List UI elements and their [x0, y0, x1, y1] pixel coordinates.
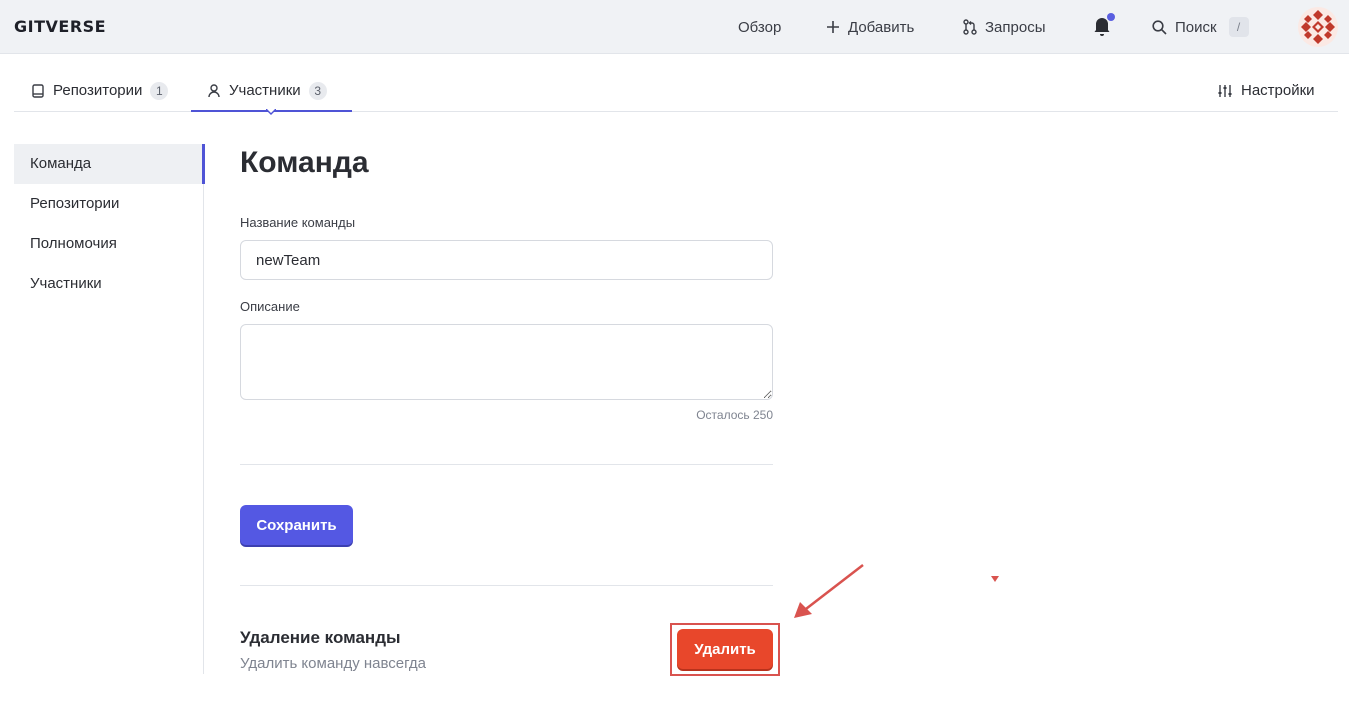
team-settings-sidebar: Команда Репозитории Полномочия Участники — [14, 144, 205, 674]
delete-team-button[interactable]: Удалить — [677, 629, 773, 669]
nav-requests-label: Запросы — [985, 18, 1046, 36]
tab-settings-label: Настройки — [1241, 82, 1315, 99]
sidebar-active-marker — [202, 144, 205, 184]
tab-repositories-label: Репозитории — [53, 82, 143, 99]
tab-settings[interactable]: Настройки — [1218, 70, 1315, 111]
nav-search[interactable]: Поиск / — [1152, 0, 1249, 54]
nav-overview[interactable]: Обзор — [738, 0, 781, 54]
tab-members-label: Участники — [229, 82, 301, 99]
repository-icon — [32, 83, 44, 98]
sidebar-item-label: Команда — [30, 155, 92, 172]
tab-repositories-count: 1 — [150, 81, 169, 100]
org-tabs: Репозитории 1 Участники 3 Настройки — [14, 70, 1338, 115]
section-divider — [240, 464, 773, 465]
page-title: Команда — [240, 146, 369, 179]
sidebar-item-repositories[interactable]: Репозитории — [14, 184, 203, 224]
sidebar-item-label: Полномочия — [30, 235, 117, 252]
tab-members[interactable]: Участники 3 — [208, 70, 327, 111]
tab-repositories[interactable]: Репозитории 1 — [32, 70, 169, 111]
delete-section-description: Удалить команду навсегда — [240, 655, 427, 672]
sidebar-item-label: Участники — [30, 275, 102, 292]
annotation-arrow-icon — [794, 564, 864, 618]
nav-requests[interactable]: Запросы — [963, 0, 1046, 54]
plus-icon — [826, 20, 840, 34]
delete-section-title: Удаление команды — [240, 628, 401, 647]
sidebar-item-team[interactable]: Команда — [14, 144, 205, 184]
sliders-icon — [1218, 84, 1232, 98]
annotation-triangle-icon — [991, 576, 999, 582]
tab-members-count: 3 — [308, 81, 327, 100]
nav-add-label: Добавить — [848, 18, 915, 36]
search-icon — [1152, 19, 1167, 35]
user-icon — [208, 83, 220, 98]
notification-dot — [1107, 13, 1115, 21]
user-avatar[interactable] — [1298, 7, 1338, 47]
pull-request-icon — [963, 19, 977, 35]
section-divider — [240, 585, 773, 586]
sidebar-item-label: Репозитории — [30, 195, 120, 212]
description-textarea[interactable] — [240, 324, 773, 400]
description-remaining-counter: Осталось 250 — [696, 408, 773, 422]
active-tab-caret-icon — [266, 109, 276, 115]
team-name-input[interactable] — [240, 240, 773, 280]
description-label: Описание — [240, 299, 300, 314]
save-button[interactable]: Сохранить — [240, 505, 353, 545]
top-navigation-bar: GITVERSE Обзор Добавить Запросы Поиск / — [0, 0, 1349, 54]
sidebar-item-members[interactable]: Участники — [14, 264, 203, 304]
sidebar-item-permissions[interactable]: Полномочия — [14, 224, 203, 264]
search-shortcut-key: / — [1228, 17, 1249, 37]
nav-add[interactable]: Добавить — [826, 0, 914, 54]
team-name-label: Название команды — [240, 215, 356, 230]
gitverse-logo[interactable]: GITVERSE — [14, 17, 106, 36]
nav-overview-label: Обзор — [738, 18, 782, 36]
nav-search-label: Поиск — [1175, 18, 1217, 36]
